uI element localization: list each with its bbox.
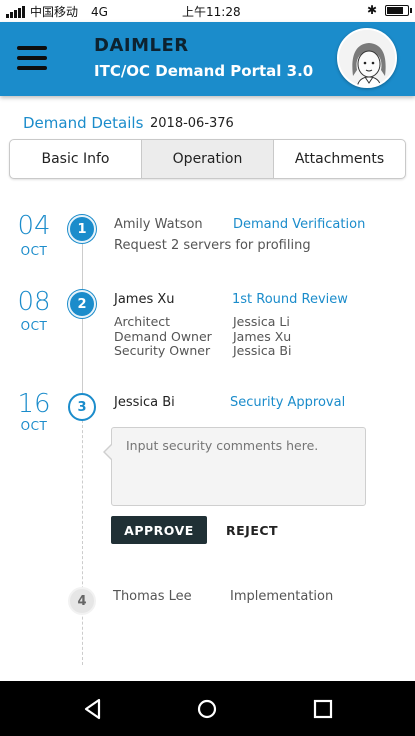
system-nav-bar [0,681,415,736]
step-title: 1st Round Review [232,292,348,307]
menu-icon[interactable] [17,46,47,72]
timeline-line [82,230,83,420]
date-month: OCT [20,244,48,258]
demand-id: 2018-06-376 [150,116,234,131]
timeline-line-pending [82,420,83,665]
portal-title: ITC/OC Demand Portal 3.0 [94,62,314,80]
home-icon[interactable] [194,696,220,722]
step-title: Implementation [230,589,334,604]
network-label: 4G [91,4,108,19]
carrier-label: 中国移动 [30,5,79,19]
step-number: 2 [68,290,96,318]
step-title: Security Approval [230,395,346,410]
role-name: Jessica Bi [233,343,292,358]
back-icon[interactable] [80,696,106,722]
step-person: James Xu [114,292,175,307]
date-day: 04 [17,211,51,241]
status-bar: 中国移动 4G 上午11:28 ✱ [0,0,415,22]
date-month: OCT [20,419,48,433]
clock: 上午11:28 [182,5,241,19]
avatar[interactable] [337,28,397,88]
role-label: Demand Owner [114,329,212,344]
step-person: Thomas Lee [113,589,192,604]
demand-details-label: Demand Details [23,114,144,132]
tab-operation[interactable]: Operation [142,140,274,178]
user-avatar-icon [339,30,395,86]
step-number: 4 [68,587,96,615]
role-name: James Xu [233,329,292,344]
date-day: 08 [17,287,51,317]
approve-button[interactable]: APPROVE [111,516,207,544]
tab-bar: Basic Info Operation Attachments [9,139,406,179]
reject-button[interactable]: REJECT [226,516,278,544]
step-description: Request 2 servers for profiling [114,238,311,253]
security-comment-input[interactable] [111,427,366,506]
bluetooth-icon: ✱ [366,3,377,17]
app-header: DAIMLER ITC/OC Demand Portal 3.0 [0,22,415,96]
step-person: Amily Watson [114,217,203,232]
brand-title: DAIMLER [94,35,189,56]
date-day: 16 [17,389,51,419]
battery-icon [385,4,412,16]
step-number: 3 [68,393,96,421]
role-label: Architect [114,314,171,329]
comment-pointer-inner [105,445,112,459]
step-title: Demand Verification [233,217,366,232]
signal-icon [6,5,25,18]
role-name: Jessica Li [233,314,290,329]
role-label: Security Owner [114,343,211,358]
step-number: 1 [68,215,96,243]
tab-attachments[interactable]: Attachments [274,140,405,178]
step-person: Jessica Bi [114,395,175,410]
tab-basic-info[interactable]: Basic Info [10,140,142,178]
recents-icon[interactable] [310,696,336,722]
date-month: OCT [20,319,48,333]
